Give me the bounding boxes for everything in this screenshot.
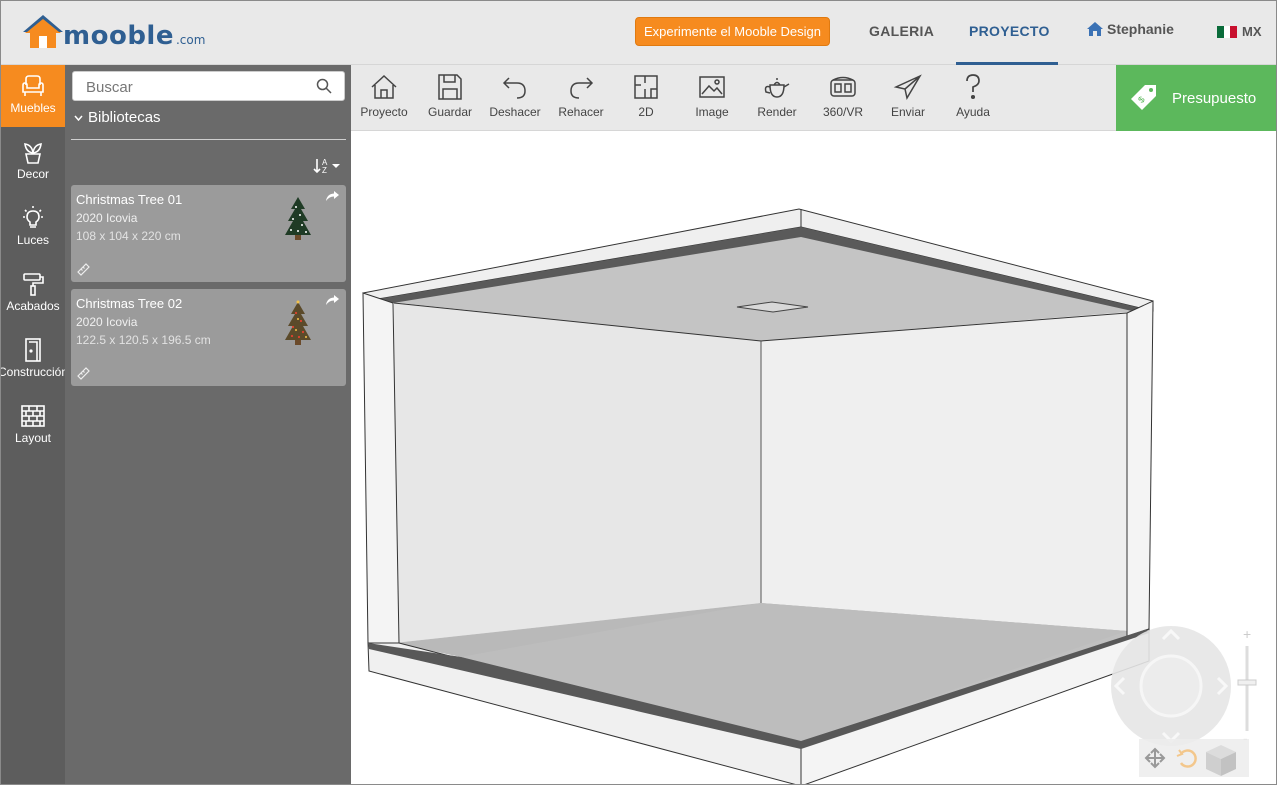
nav-galeria[interactable]: GALERIA [869,23,934,39]
teapot-icon [764,78,790,98]
item-dimensions: 108 x 104 x 220 cm [76,229,181,243]
nav-proyecto[interactable]: PROYECTO [969,23,1050,39]
mooble-design-button[interactable]: Experimente el Mooble Design [635,17,830,46]
toolbar-label: Image [695,105,729,119]
plant-icon [24,143,42,164]
rail-label: Luces [16,233,50,247]
toolbar-deshacer-button[interactable]: Deshacer [482,73,548,119]
sort-button[interactable]: A Z [313,157,341,178]
toolbar-360vr-button[interactable]: 360/VR [810,73,876,119]
lightbulb-icon [23,206,43,228]
question-icon [966,74,980,100]
chevron-down-icon [74,115,83,121]
home-icon [1087,22,1103,36]
search-input[interactable]: Buscar [86,79,133,96]
presupuesto-button[interactable]: $ Presupuesto [1116,65,1276,131]
rail-label: Muebles [10,101,56,115]
zoom-slider[interactable]: + - [1237,626,1257,746]
top-header: mooble .com Experimente el Mooble Design… [1,1,1276,65]
share-icon[interactable] [326,191,339,201]
christmas-tree-icon [285,300,311,345]
category-rail: Muebles Decor Luces Acabados Construcció… [0,65,69,784]
house-icon [371,74,397,99]
undo-icon [502,77,526,99]
section-label: Bibliotecas [88,109,161,126]
svg-text:Z: Z [322,166,327,175]
toolbar-enviar-button[interactable]: Enviar [875,73,941,119]
main-toolbar: Proyecto Guardar Deshacer Rehacer 2D Ima… [351,65,1116,131]
toolbar-ayuda-button[interactable]: Ayuda [940,73,1006,119]
item-dimensions: 122.5 x 120.5 x 196.5 cm [76,333,211,347]
library-panel: Buscar Bibliotecas A Z Christmas Tree 01… [65,65,351,784]
logo-house-icon [23,15,63,48]
ruler-icon[interactable] [77,367,90,380]
mexico-flag-icon [1217,25,1238,38]
app-window: mooble .com Experimente el Mooble Design… [0,0,1277,785]
redo-icon [570,77,594,99]
vr-headset-icon [830,76,856,97]
toolbar-guardar-button[interactable]: Guardar [417,73,483,119]
toolbar-label: 2D [638,105,654,119]
rail-item-acabados[interactable]: Acabados [1,263,65,325]
search-icon[interactable] [316,78,332,94]
item-brand: 2020 Icovia [76,315,138,329]
price-tag-icon: $ [1131,85,1156,110]
toolbar-image-button[interactable]: Image [679,73,745,119]
rail-label: Layout [14,431,52,445]
door-icon [25,338,41,362]
logo-domain: .com [175,33,206,47]
rail-item-muebles[interactable]: Muebles [1,65,65,127]
rail-item-decor[interactable]: Decor [1,131,65,193]
image-icon [699,76,725,98]
floppy-icon [438,74,462,100]
paper-plane-icon [893,74,922,101]
paint-roller-icon [23,273,44,296]
rail-label: Acabados [6,299,60,313]
item-brand: 2020 Icovia [76,211,138,225]
toolbar-label: Enviar [890,105,925,119]
armchair-icon [22,75,44,96]
logo-wordmark: mooble [63,21,174,51]
toolbar-2d-button[interactable]: 2D [613,73,679,119]
brick-wall-icon [21,405,45,427]
toolbar-label: Rehacer [558,105,604,119]
toolbar-label: Guardar [427,105,473,119]
presupuesto-label: Presupuesto [1172,89,1257,107]
toolbar-label: Proyecto [360,105,408,119]
toolbar-render-button[interactable]: Render [744,73,810,119]
floorplan-icon [634,75,658,99]
toolbar-label: Render [757,105,797,119]
country-code: MX [1242,24,1262,39]
share-icon[interactable] [326,295,339,305]
ruler-icon[interactable] [77,263,90,276]
svg-text:+: + [1243,626,1251,642]
toolbar-label: Deshacer [489,105,541,119]
3d-viewport[interactable]: + - [351,131,1276,784]
library-item[interactable]: Christmas Tree 01 2020 Icovia 108 x 104 … [71,185,346,282]
user-menu[interactable]: Stephanie [1086,21,1174,37]
bibliotecas-toggle[interactable]: Bibliotecas [74,109,161,126]
mooble-logo[interactable]: mooble .com [23,15,205,49]
item-name: Christmas Tree 02 [76,296,183,311]
rail-item-luces[interactable]: Luces [1,197,65,259]
rail-item-layout[interactable]: Layout [1,395,65,457]
camera-navigation-widget[interactable]: + - [1111,621,1271,781]
sort-alpha-icon: A Z [313,158,340,175]
library-item[interactable]: Christmas Tree 02 2020 Icovia 122.5 x 12… [71,289,346,386]
toolbar-proyecto-button[interactable]: Proyecto [351,73,417,119]
search-box[interactable]: Buscar [72,71,345,101]
toolbar-label: Ayuda [956,105,990,119]
country-selector[interactable]: MX [1217,24,1262,39]
toolbar-rehacer-button[interactable]: Rehacer [548,73,614,119]
toolbar-label: 360/VR [822,105,864,119]
user-name: Stephanie [1107,21,1174,37]
item-name: Christmas Tree 01 [76,192,183,207]
rail-item-construccion[interactable]: Construcción [0,329,69,391]
christmas-tree-icon [285,197,311,240]
rail-label: Decor [16,167,49,181]
rail-label: Construcción [0,365,69,379]
panel-divider [71,139,346,140]
